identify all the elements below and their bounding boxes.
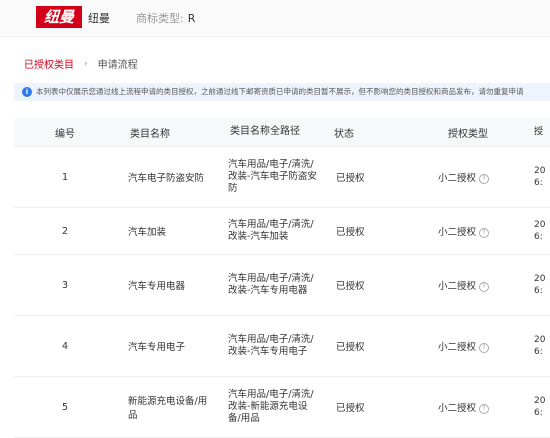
row-category-path: 汽车用品/电子/清洗/改装-汽车加装 — [228, 219, 314, 242]
table-row: 4 汽车专用电子 汽车用品/电子/清洗/改装-汽车专用电子 已授权 小二授权? 20 6: — [14, 316, 550, 377]
row-extra: 20 6: — [534, 166, 546, 188]
row-status: 已授权 — [336, 227, 365, 238]
help-icon[interactable]: ? — [479, 403, 490, 414]
trademark-label: 商标类型: — [136, 12, 184, 25]
header-number: 编号 — [55, 128, 75, 140]
auth-type-label: 小二授权 — [438, 342, 477, 353]
row-extra: 20 6: — [534, 335, 546, 357]
row-extra: 20 6: — [534, 396, 546, 418]
row-number: 3 — [61, 279, 69, 291]
row-auth-type: 小二授权? — [422, 170, 526, 184]
brand-name: 纽曼 — [88, 12, 110, 25]
table-header: 编号 类目名称 类目名称全路径 状态 授权类型 授 — [14, 118, 550, 147]
row-auth-type: 小二授权? — [422, 400, 526, 414]
header-status: 状态 — [334, 128, 354, 140]
row-extra: 20 6: — [534, 220, 546, 242]
row-category-name: 汽车专用电子 — [128, 342, 186, 353]
row-status: 已授权 — [336, 342, 365, 353]
brand-logo[interactable]: 纽曼 — [36, 6, 82, 28]
row-auth-type: 小二授权? — [422, 278, 526, 292]
help-icon[interactable]: ? — [479, 281, 490, 292]
notice-text: 本列表中仅展示您通过线上流程申请的类目授权，之前通过线下邮寄资质已申请的类目暂不… — [36, 87, 524, 96]
breadcrumb: 已授权类目 › 申请流程 — [24, 56, 138, 72]
notice-banner: i 本列表中仅展示您通过线上流程申请的类目授权，之前通过线下邮寄资质已申请的类目暂… — [14, 83, 550, 101]
trademark-type: 商标类型: R — [136, 10, 195, 26]
info-icon: i — [22, 87, 32, 97]
header-category-name: 类目名称 — [130, 128, 170, 140]
row-number: 2 — [61, 225, 69, 237]
auth-type-label: 小二授权 — [438, 227, 477, 238]
table-row: 1 汽车电子防盗安防 汽车用品/电子/清洗/改装-汽车电子防盗安防 已授权 小二授权? 2… — [14, 147, 550, 208]
row-number: 5 — [61, 401, 69, 413]
row-category-name: 汽车加装 — [128, 227, 167, 238]
table-row: 3 汽车专用电器 汽车用品/电子/清洗/改装-汽车专用电器 已授权 小二授权? 20 6: — [14, 255, 550, 316]
header-auth-type: 授权类型 — [448, 128, 488, 140]
row-category-name: 新能源充电设备/用品 — [128, 396, 208, 421]
header-category-path: 类目名称全路径 — [230, 126, 300, 137]
header-extra: 授 — [534, 127, 544, 137]
auth-type-label: 小二授权 — [438, 281, 477, 292]
chevron-right-icon: › — [84, 58, 88, 69]
row-category-path: 汽车用品/电子/清洗/改装-汽车专用电子 — [228, 334, 314, 357]
row-category-name: 汽车电子防盗安防 — [128, 173, 205, 184]
row-category-path: 汽车用品/电子/清洗/改装-新能源充电设备/用品 — [228, 389, 314, 424]
trademark-value: R — [187, 12, 196, 25]
category-table: 编号 类目名称 类目名称全路径 状态 授权类型 授 1 汽车电子防盗安防 汽车用品/… — [14, 118, 550, 438]
row-category-name: 汽车专用电器 — [128, 281, 186, 292]
row-auth-type: 小二授权? — [422, 224, 526, 238]
help-icon[interactable]: ? — [479, 173, 490, 184]
help-icon[interactable]: ? — [479, 342, 490, 353]
row-extra: 20 6: — [534, 274, 546, 296]
row-category-path: 汽车用品/电子/清洗/改装-汽车电子防盗安防 — [228, 159, 317, 194]
row-auth-type: 小二授权? — [422, 339, 526, 353]
breadcrumb-current: 申请流程 — [97, 60, 138, 71]
table-row: 2 汽车加装 汽车用品/电子/清洗/改装-汽车加装 已授权 小二授权? 20 6: — [14, 208, 550, 255]
auth-type-label: 小二授权 — [438, 173, 477, 184]
auth-type-label: 小二授权 — [438, 403, 477, 414]
row-category-path: 汽车用品/电子/清洗/改装-汽车专用电器 — [228, 273, 314, 296]
row-status: 已授权 — [336, 281, 365, 292]
top-bar: 纽曼 纽曼 商标类型: R — [0, 0, 550, 37]
help-icon[interactable]: ? — [479, 227, 490, 238]
row-number: 4 — [61, 340, 69, 352]
row-status: 已授权 — [336, 403, 365, 414]
row-status: 已授权 — [336, 173, 365, 184]
breadcrumb-authorized-categories[interactable]: 已授权类目 — [24, 56, 74, 71]
table-row: 5 新能源充电设备/用品 汽车用品/电子/清洗/改装-新能源充电设备/用品 已授权 小二… — [14, 377, 550, 438]
row-number: 1 — [61, 171, 69, 183]
